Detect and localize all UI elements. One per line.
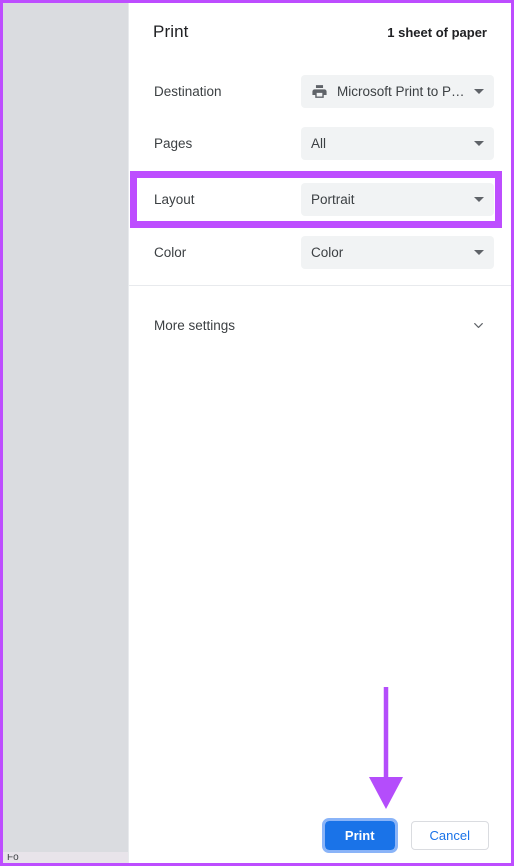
setting-row-color: Color Color xyxy=(129,226,511,278)
color-value: Color xyxy=(311,244,344,260)
cancel-button[interactable]: Cancel xyxy=(410,820,489,850)
chevron-down-icon xyxy=(474,249,484,255)
destination-value: Microsoft Print to PDF xyxy=(337,83,468,99)
print-settings-panel: Print 1 sheet of paper Destination Micro… xyxy=(128,3,511,863)
color-label: Color xyxy=(154,244,187,260)
setting-row-layout: Layout Portrait xyxy=(129,173,511,225)
chevron-down-icon xyxy=(474,196,484,202)
setting-row-pages: Pages All xyxy=(129,117,511,169)
more-settings-label: More settings xyxy=(154,317,236,333)
destination-select[interactable]: Microsoft Print to PDF xyxy=(301,74,494,108)
pages-value: All xyxy=(311,135,327,151)
color-select[interactable]: Color xyxy=(301,235,494,269)
chevron-down-icon xyxy=(474,140,484,146)
dialog-header: Print 1 sheet of paper xyxy=(129,3,511,61)
page-title: Print xyxy=(153,22,189,41)
chevron-down-icon xyxy=(474,322,483,328)
sheet-count-label: 1 sheet of paper xyxy=(387,24,487,40)
settings-divider xyxy=(129,285,511,286)
layout-label: Layout xyxy=(154,191,195,207)
pages-label: Pages xyxy=(154,135,193,151)
printer-icon xyxy=(312,84,327,98)
print-button[interactable]: Print xyxy=(321,817,398,853)
preview-clipped-text: Fo xyxy=(7,854,19,861)
layout-value: Portrait xyxy=(311,191,355,207)
dialog-footer: Print Cancel xyxy=(129,811,511,859)
setting-row-destination: Destination Microsoft Print to PDF xyxy=(129,65,511,117)
print-dialog-screenshot: Fo Print 1 sheet of paper Destination Mi… xyxy=(0,0,514,866)
destination-label: Destination xyxy=(154,83,222,99)
more-settings-expander[interactable]: More settings xyxy=(129,303,511,347)
chevron-down-icon xyxy=(474,88,484,94)
pages-select[interactable]: All xyxy=(301,126,494,160)
print-preview-pane xyxy=(3,3,128,852)
layout-select[interactable]: Portrait xyxy=(301,182,494,216)
